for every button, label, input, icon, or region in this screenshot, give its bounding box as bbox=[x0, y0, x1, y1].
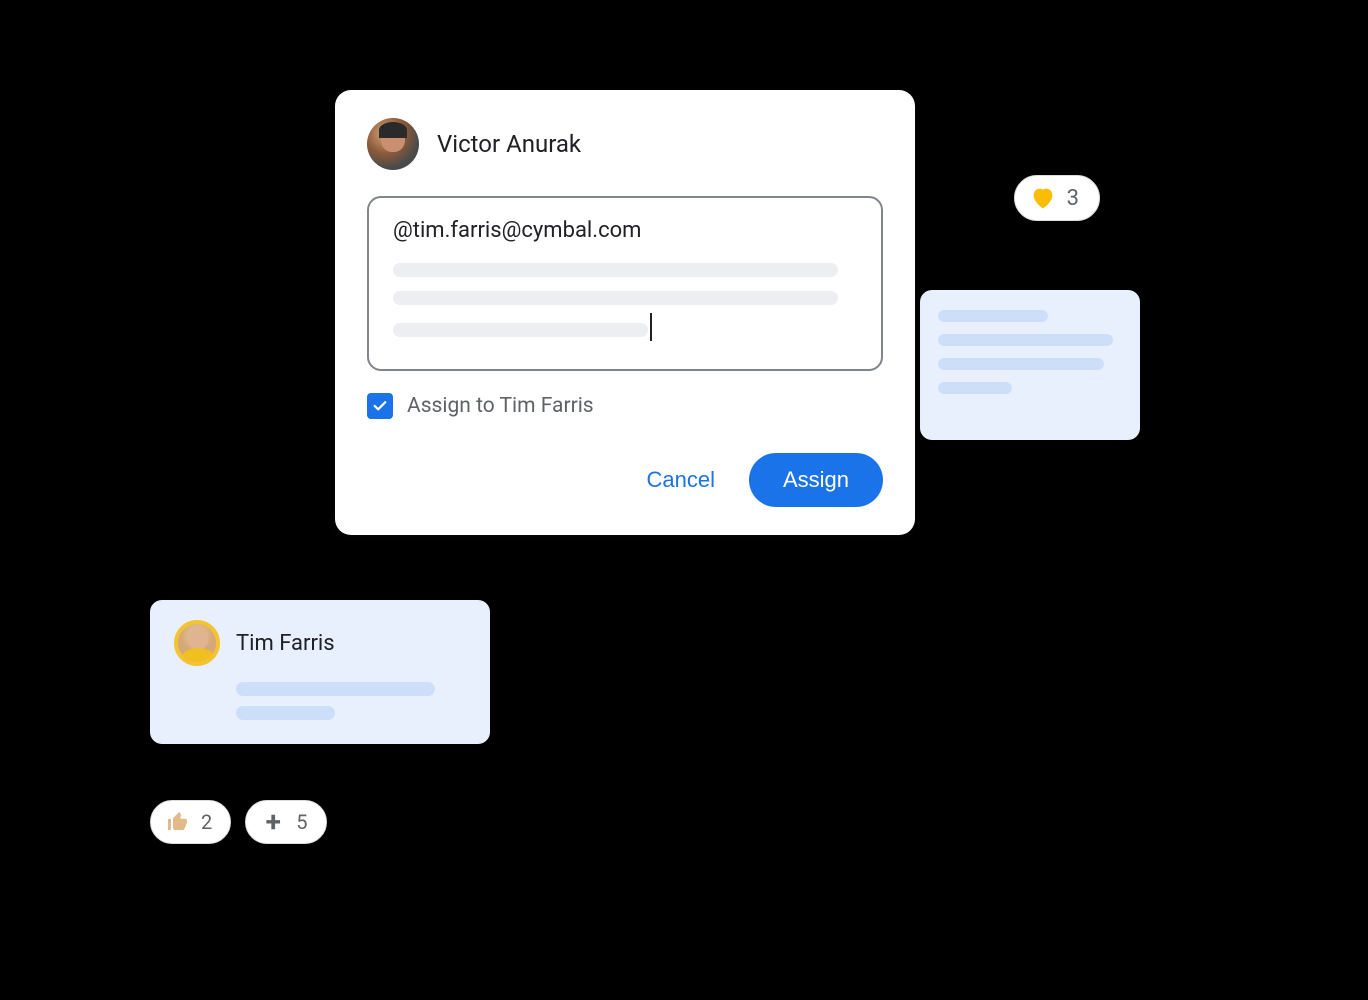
placeholder-line bbox=[236, 682, 435, 696]
placeholder-line bbox=[236, 706, 335, 720]
plus-icon: + bbox=[260, 809, 286, 835]
assign-checkbox-row[interactable]: Assign to Tim Farris bbox=[367, 393, 883, 419]
mention-text: @tim.farris@cymbal.com bbox=[393, 218, 857, 243]
background-comment-card bbox=[920, 290, 1140, 440]
text-cursor bbox=[650, 313, 652, 341]
placeholder-line bbox=[938, 382, 1012, 394]
author-avatar bbox=[367, 118, 419, 170]
placeholder-line bbox=[393, 263, 838, 277]
bottom-reactions: 2 + 5 bbox=[150, 800, 327, 844]
thumbs-up-icon bbox=[165, 809, 191, 835]
assign-button[interactable]: Assign bbox=[749, 453, 883, 507]
assign-checkbox[interactable] bbox=[367, 393, 393, 419]
placeholder-line bbox=[938, 310, 1048, 322]
placeholder-line bbox=[938, 358, 1104, 370]
author-name: Victor Anurak bbox=[437, 130, 581, 158]
assign-label: Assign to Tim Farris bbox=[407, 394, 594, 418]
heart-icon bbox=[1029, 184, 1057, 212]
placeholder-line bbox=[393, 323, 648, 337]
comment-input-box[interactable]: @tim.farris@cymbal.com bbox=[367, 196, 883, 371]
user-card-name: Tim Farris bbox=[236, 631, 335, 656]
thumbs-up-count: 2 bbox=[201, 810, 212, 834]
reaction-heart-pill[interactable]: 3 bbox=[1014, 175, 1100, 221]
heart-count: 3 bbox=[1067, 186, 1079, 211]
placeholder-line bbox=[393, 291, 838, 305]
plus-count: 5 bbox=[296, 810, 307, 834]
user-card-header: Tim Farris bbox=[174, 620, 466, 666]
cancel-button[interactable]: Cancel bbox=[638, 457, 722, 503]
dialog-actions: Cancel Assign bbox=[367, 453, 883, 507]
user-avatar bbox=[174, 620, 220, 666]
placeholder-line bbox=[938, 334, 1113, 346]
reaction-add-pill[interactable]: + 5 bbox=[245, 800, 326, 844]
user-card[interactable]: Tim Farris bbox=[150, 600, 490, 744]
dialog-header: Victor Anurak bbox=[367, 118, 883, 170]
comment-dialog: Victor Anurak @tim.farris@cymbal.com Ass… bbox=[335, 90, 915, 535]
reaction-thumbs-up-pill[interactable]: 2 bbox=[150, 800, 231, 844]
